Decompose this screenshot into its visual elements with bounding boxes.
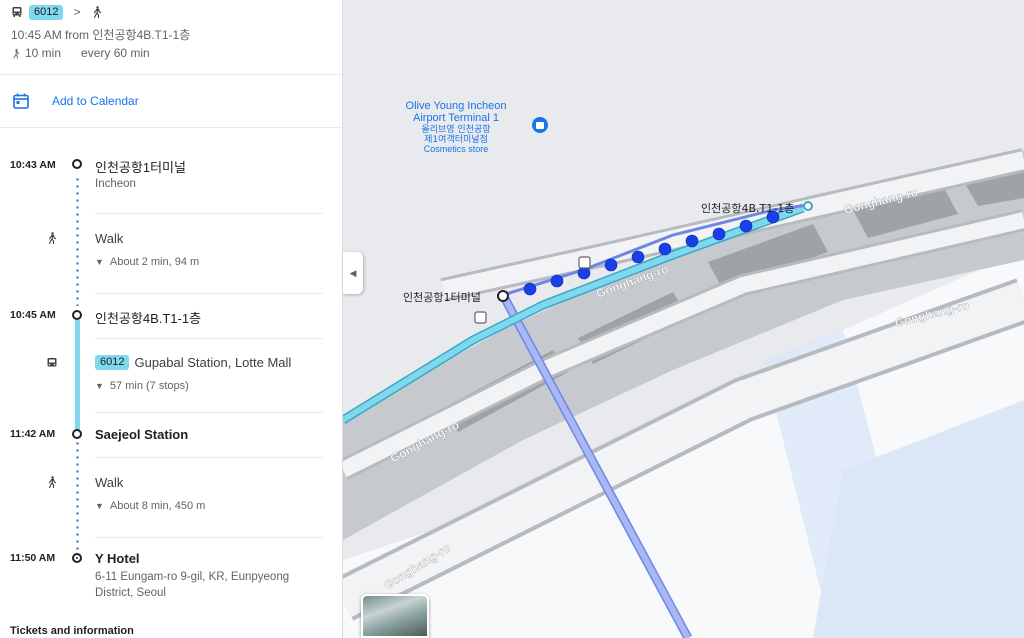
- poi-korean-line1: 올리브영 인천공항: [421, 124, 490, 135]
- walk-detail: About 8 min, 450 m: [109, 500, 206, 512]
- bus-route-line: [75, 320, 80, 436]
- step-time: 11:42 AM: [10, 428, 56, 440]
- poi-name-line2[interactable]: Airport Terminal 1: [413, 112, 499, 124]
- frequency: every 60 min: [81, 46, 150, 60]
- board-stop-marker[interactable]: [803, 201, 813, 211]
- divider: [95, 338, 323, 339]
- poi-category: Cosmetics store: [424, 144, 489, 154]
- alight-stop-name[interactable]: Saejeol Station: [95, 427, 188, 442]
- route-badge: 6012: [95, 355, 130, 370]
- chevron-down-icon: ▼: [95, 257, 104, 267]
- origin-name[interactable]: 인천공항1터미널: [95, 157, 186, 176]
- chevron-left-icon: ◀: [349, 267, 357, 278]
- walk-connector: [76, 176, 79, 306]
- origin-subtitle: Incheon: [95, 178, 136, 190]
- destination-name[interactable]: Y Hotel: [95, 551, 140, 566]
- trip-summary[interactable]: 6012 > 10:45 AM from 인천공항4B.T1-1층 10 min…: [0, 0, 342, 75]
- calendar-icon: [13, 93, 29, 109]
- bus-stop-icon[interactable]: [578, 256, 591, 269]
- itinerary-steps: 10:43 AM 인천공항1터미널 Incheon Walk ▼ About 2…: [0, 128, 342, 637]
- directions-panel: 6012 > 10:45 AM from 인천공항4B.T1-1층 10 min…: [0, 0, 343, 638]
- step-time: 10:43 AM: [10, 159, 56, 171]
- bus-stops-toggle[interactable]: ▼ 57 min (7 stops): [95, 380, 189, 392]
- chevron-down-icon: ▼: [95, 381, 104, 391]
- map-svg[interactable]: Olive Young Incheon Airport Terminal 1 올…: [343, 0, 1024, 638]
- walk-time: 10 min: [25, 46, 62, 60]
- destination-address: 6-11 Eungam-ro 9-gil, KR, Eunpyeong Dist…: [95, 571, 290, 599]
- walk-detail: About 2 min, 94 m: [109, 256, 200, 268]
- board-stop-label[interactable]: 인천공항4B.T1-1층: [701, 201, 794, 215]
- add-to-calendar-button[interactable]: Add to Calendar: [0, 75, 342, 128]
- bus-stop-icon[interactable]: [474, 311, 487, 324]
- board-stop-name[interactable]: 인천공항4B.T1-1층: [95, 308, 201, 327]
- street-view-thumbnail[interactable]: [361, 594, 429, 638]
- tickets-heading: Tickets and information: [10, 625, 134, 637]
- walk-label: Walk: [95, 475, 124, 490]
- walk-icon: [48, 476, 57, 488]
- origin-stop-marker[interactable]: [497, 290, 509, 302]
- bus-detail: 57 min (7 stops): [109, 380, 189, 392]
- route-badge: 6012: [29, 4, 64, 20]
- collapse-panel-button[interactable]: ◀: [343, 252, 363, 294]
- walk-details-toggle[interactable]: ▼ About 2 min, 94 m: [95, 256, 199, 268]
- walk-icon: [93, 6, 101, 18]
- chevron-right-icon: >: [73, 5, 81, 19]
- stop-node: [72, 310, 82, 320]
- walk-icon: [13, 48, 20, 59]
- divider: [95, 537, 323, 538]
- bus-icon: [47, 358, 57, 367]
- stop-node: [72, 429, 82, 439]
- step-time: 10:45 AM: [10, 309, 56, 321]
- divider: [95, 293, 323, 294]
- destination-node: [72, 553, 82, 563]
- walk-details-toggle[interactable]: ▼ About 8 min, 450 m: [95, 500, 205, 512]
- poi-glyph: [536, 122, 544, 129]
- bus-icon: [12, 7, 22, 17]
- bus-headsign: Gupabal Station, Lotte Mall: [134, 355, 292, 370]
- walk-icon: [48, 232, 57, 244]
- chevron-down-icon: ▼: [95, 501, 104, 511]
- depart-line: 10:45 AM from 인천공항4B.T1-1층: [11, 28, 191, 42]
- walk-connector: [76, 440, 79, 552]
- stop-node: [72, 159, 82, 169]
- add-to-calendar-label: Add to Calendar: [52, 94, 139, 108]
- divider: [95, 213, 323, 214]
- origin-stop-label[interactable]: 인천공항1터미널: [403, 290, 481, 304]
- map-canvas[interactable]: Olive Young Incheon Airport Terminal 1 올…: [343, 0, 1024, 638]
- divider: [95, 457, 323, 458]
- step-time: 11:50 AM: [10, 552, 56, 564]
- divider: [95, 412, 323, 413]
- walk-label: Walk: [95, 231, 124, 246]
- poi-name-line1[interactable]: Olive Young Incheon: [406, 100, 507, 112]
